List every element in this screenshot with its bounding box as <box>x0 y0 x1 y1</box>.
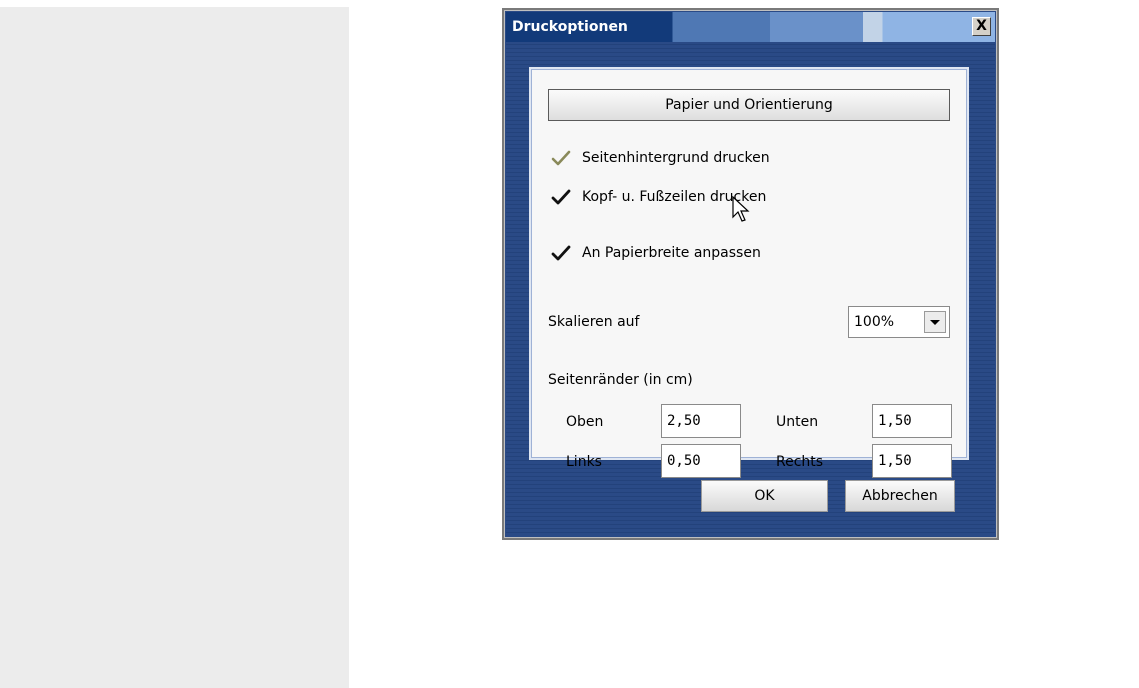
margins-heading: Seitenränder (in cm) <box>548 372 693 388</box>
margin-top-label: Oben <box>566 414 604 430</box>
dialog-client-area: Papier und Orientierung Seitenhintergrun… <box>506 42 995 536</box>
margin-bottom-input[interactable]: 1,50 <box>872 404 952 438</box>
margin-left-input[interactable]: 0,50 <box>661 444 741 478</box>
checkbox-print-background[interactable]: Seitenhintergrund drucken <box>550 147 770 169</box>
mouse-pointer-icon <box>732 196 750 222</box>
scale-dropdown-button[interactable] <box>924 311 946 333</box>
paper-orientation-button[interactable]: Papier und Orientierung <box>548 89 950 121</box>
margin-bottom-label: Unten <box>776 414 819 430</box>
close-button[interactable]: X <box>972 17 991 36</box>
scale-label: Skalieren auf <box>548 314 640 330</box>
margin-top-input[interactable]: 2,50 <box>661 404 741 438</box>
margin-left-label: Links <box>566 454 602 470</box>
ok-button[interactable]: OK <box>701 480 828 512</box>
checkmark-icon <box>551 245 571 261</box>
margin-right-input[interactable]: 1,50 <box>872 444 952 478</box>
margin-right-label: Rechts <box>776 454 824 470</box>
close-icon: X <box>976 18 987 34</box>
checkbox-label: An Papierbreite anpassen <box>582 245 761 261</box>
checkbox-fit-paper-width[interactable]: An Papierbreite anpassen <box>550 242 761 264</box>
scale-select[interactable]: 100% <box>848 306 950 338</box>
dialog-title: Druckoptionen <box>512 19 628 35</box>
chevron-down-icon <box>930 320 940 325</box>
cancel-button[interactable]: Abbrechen <box>845 480 955 512</box>
scale-value: 100% <box>854 314 895 330</box>
checkmark-icon <box>551 189 571 205</box>
options-panel: Papier und Orientierung Seitenhintergrun… <box>531 69 967 478</box>
checkbox-label: Seitenhintergrund drucken <box>582 150 770 166</box>
left-background-panel <box>0 7 349 688</box>
dialog-titlebar[interactable]: Druckoptionen X <box>506 12 995 42</box>
checkmark-icon <box>551 150 571 166</box>
print-options-dialog: Druckoptionen X Papier und Orientierung … <box>502 8 999 540</box>
